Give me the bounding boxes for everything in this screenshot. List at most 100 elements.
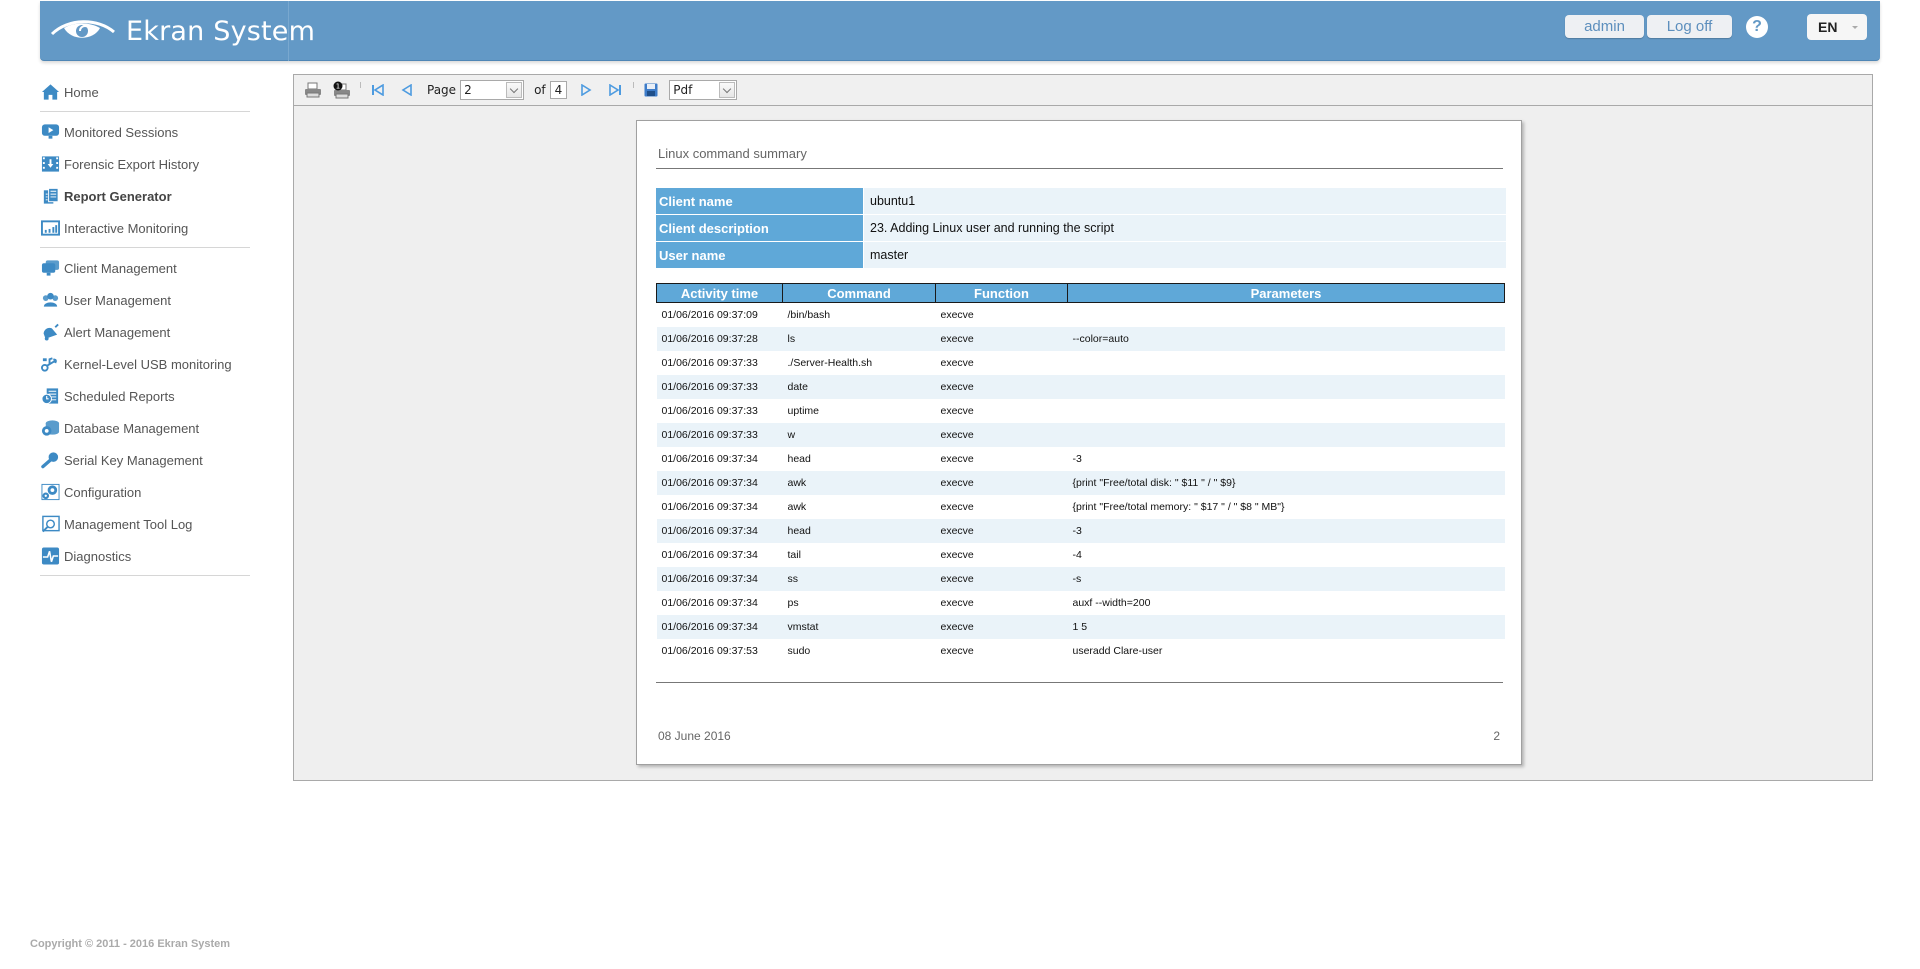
sidebar-item-database-management[interactable]: Database Management bbox=[40, 412, 250, 444]
first-page-icon[interactable] bbox=[367, 80, 389, 100]
cell-parameters bbox=[1068, 303, 1505, 327]
cell-function: execve bbox=[940, 308, 974, 321]
sidebar-item-usb-monitoring[interactable]: Kernel-Level USB monitoring bbox=[40, 348, 250, 380]
sidebar-item-forensic-export[interactable]: Forensic Export History bbox=[40, 148, 250, 180]
database-gear-icon bbox=[40, 419, 60, 437]
sidebar-item-scheduled-reports[interactable]: Scheduled Reports bbox=[40, 380, 250, 412]
cell-activity-time: 01/06/2016 09:37:34 bbox=[656, 566, 783, 591]
cell-activity-time: 01/06/2016 09:37:33 bbox=[656, 422, 783, 447]
page-select[interactable]: 2 bbox=[460, 80, 525, 100]
cell-command: awk bbox=[787, 500, 807, 513]
sidebar-item-label: Diagnostics bbox=[64, 548, 132, 564]
sidebar-item-interactive-monitoring[interactable]: Interactive Monitoring bbox=[40, 212, 250, 244]
logo[interactable]: Ekran System bbox=[50, 9, 315, 53]
sidebar-item-label: Database Management bbox=[64, 420, 200, 436]
info-label: Client name bbox=[656, 188, 863, 214]
sidebar-item-label: Forensic Export History bbox=[64, 156, 200, 172]
header-divider bbox=[288, 1, 289, 61]
user-button[interactable]: admin bbox=[1565, 15, 1644, 38]
language-value: EN bbox=[1818, 19, 1838, 35]
sidebar-item-label: Serial Key Management bbox=[64, 452, 203, 468]
sidebar-item-home[interactable]: Home bbox=[40, 76, 250, 108]
footer-divider bbox=[656, 682, 1503, 683]
users-icon bbox=[40, 291, 60, 309]
cell-parameters bbox=[1067, 374, 1505, 399]
cell-parameters: useradd Clare-user bbox=[1072, 644, 1163, 657]
cell-parameters: -3 bbox=[1072, 452, 1082, 465]
sidebar-divider bbox=[40, 111, 250, 112]
table-row: 01/06/2016 09:37:34 ss execve -s bbox=[656, 566, 1505, 591]
help-icon[interactable]: ? bbox=[1746, 16, 1768, 38]
column-header: Function bbox=[935, 283, 1068, 303]
export-format-value: Pdf bbox=[673, 83, 693, 97]
sidebar-item-diagnostics[interactable]: Diagnostics bbox=[40, 540, 250, 572]
cell-activity-time: 01/06/2016 09:37:34 bbox=[661, 548, 758, 561]
sidebar-item-configuration[interactable]: Configuration bbox=[40, 476, 250, 508]
next-page-icon[interactable] bbox=[575, 80, 597, 100]
language-select[interactable]: EN bbox=[1807, 14, 1867, 40]
table-row: 01/06/2016 09:37:28 ls execve --color=auto bbox=[656, 326, 1505, 351]
sidebar-divider bbox=[40, 575, 250, 576]
bell-icon bbox=[40, 323, 60, 341]
cell-command: ss bbox=[782, 566, 936, 591]
cell-command: uptime bbox=[787, 404, 820, 417]
table-row: 01/06/2016 09:37:33 date execve bbox=[656, 374, 1505, 399]
last-page-icon[interactable] bbox=[604, 80, 626, 100]
cell-function: execve bbox=[935, 422, 1068, 447]
info-value: master bbox=[864, 242, 1506, 268]
sidebar-item-client-management[interactable]: Client Management bbox=[40, 252, 250, 284]
report-title: Linux command summary bbox=[658, 146, 807, 161]
svg-text:1: 1 bbox=[336, 83, 340, 91]
sidebar-item-report-generator[interactable]: Report Generator bbox=[40, 180, 250, 212]
info-row: Client description 23. Adding Linux user… bbox=[656, 215, 1506, 241]
report-date: 08 June 2016 bbox=[658, 729, 731, 743]
total-pages: 4 bbox=[549, 81, 568, 99]
info-label: Client description bbox=[656, 215, 863, 241]
table-row: 01/06/2016 09:37:34 vmstat execve 1 5 bbox=[656, 614, 1505, 639]
cell-activity-time: 01/06/2016 09:37:09 bbox=[661, 308, 758, 321]
print-icon[interactable] bbox=[302, 80, 324, 100]
gears-icon bbox=[40, 483, 60, 501]
toolbar-separator bbox=[360, 82, 361, 88]
toolbar-separator bbox=[633, 82, 635, 88]
logoff-button[interactable]: Log off bbox=[1647, 15, 1732, 38]
export-format-select[interactable]: Pdf bbox=[669, 80, 738, 100]
save-icon[interactable] bbox=[640, 80, 662, 100]
previous-page-icon[interactable] bbox=[396, 80, 418, 100]
cell-function: execve bbox=[935, 374, 1068, 399]
sidebar-item-user-management[interactable]: User Management bbox=[40, 284, 250, 316]
cell-activity-time: 01/06/2016 09:37:33 bbox=[661, 356, 758, 369]
sidebar-item-management-tool-log[interactable]: Management Tool Log bbox=[40, 508, 250, 540]
print-page-icon[interactable]: 1 bbox=[331, 80, 353, 100]
sidebar-item-label: Home bbox=[64, 84, 99, 100]
table-row: 01/06/2016 09:37:34 head execve -3 bbox=[657, 447, 1505, 471]
computers-icon bbox=[40, 259, 60, 277]
sidebar-item-label: Interactive Monitoring bbox=[64, 220, 189, 236]
sidebar-item-label: Alert Management bbox=[64, 324, 171, 340]
table-row: 01/06/2016 09:37:33 uptime execve bbox=[657, 399, 1505, 423]
sidebar-item-monitored-sessions[interactable]: Monitored Sessions bbox=[40, 116, 250, 148]
cell-activity-time: 01/06/2016 09:37:34 bbox=[661, 596, 758, 609]
cell-parameters: 1 5 bbox=[1067, 614, 1505, 639]
cell-parameters: -3 bbox=[1067, 518, 1505, 543]
cell-function: execve bbox=[935, 518, 1068, 543]
table-row: 01/06/2016 09:37:34 ps execve auxf --width=… bbox=[657, 591, 1505, 615]
cell-activity-time: 01/06/2016 09:37:53 bbox=[661, 644, 758, 657]
sidebar-item-label: Management Tool Log bbox=[64, 516, 193, 532]
sidebar-item-serial-key[interactable]: Serial Key Management bbox=[40, 444, 250, 476]
cell-activity-time: 01/06/2016 09:37:34 bbox=[656, 470, 783, 495]
key-icon bbox=[40, 451, 60, 469]
cell-parameters: --color=auto bbox=[1067, 326, 1505, 351]
home-icon bbox=[40, 83, 60, 101]
sidebar-item-alert-management[interactable]: Alert Management bbox=[40, 316, 250, 348]
cell-command: vmstat bbox=[782, 614, 936, 639]
cell-function: execve bbox=[940, 452, 974, 465]
cell-parameters: {print "Free/total disk: " $11 " / " $9} bbox=[1067, 470, 1505, 495]
chevron-down-icon bbox=[506, 82, 523, 98]
cell-parameters bbox=[1067, 422, 1505, 447]
table-row: 01/06/2016 09:37:34 awk execve {print "Free… bbox=[656, 470, 1505, 495]
viewer-toolbar: 1 Page 2 of 4 Pdf bbox=[294, 75, 1872, 106]
sidebar-item-label: Scheduled Reports bbox=[64, 388, 175, 404]
cell-parameters bbox=[1068, 399, 1505, 423]
chevron-down-icon bbox=[1852, 26, 1858, 29]
